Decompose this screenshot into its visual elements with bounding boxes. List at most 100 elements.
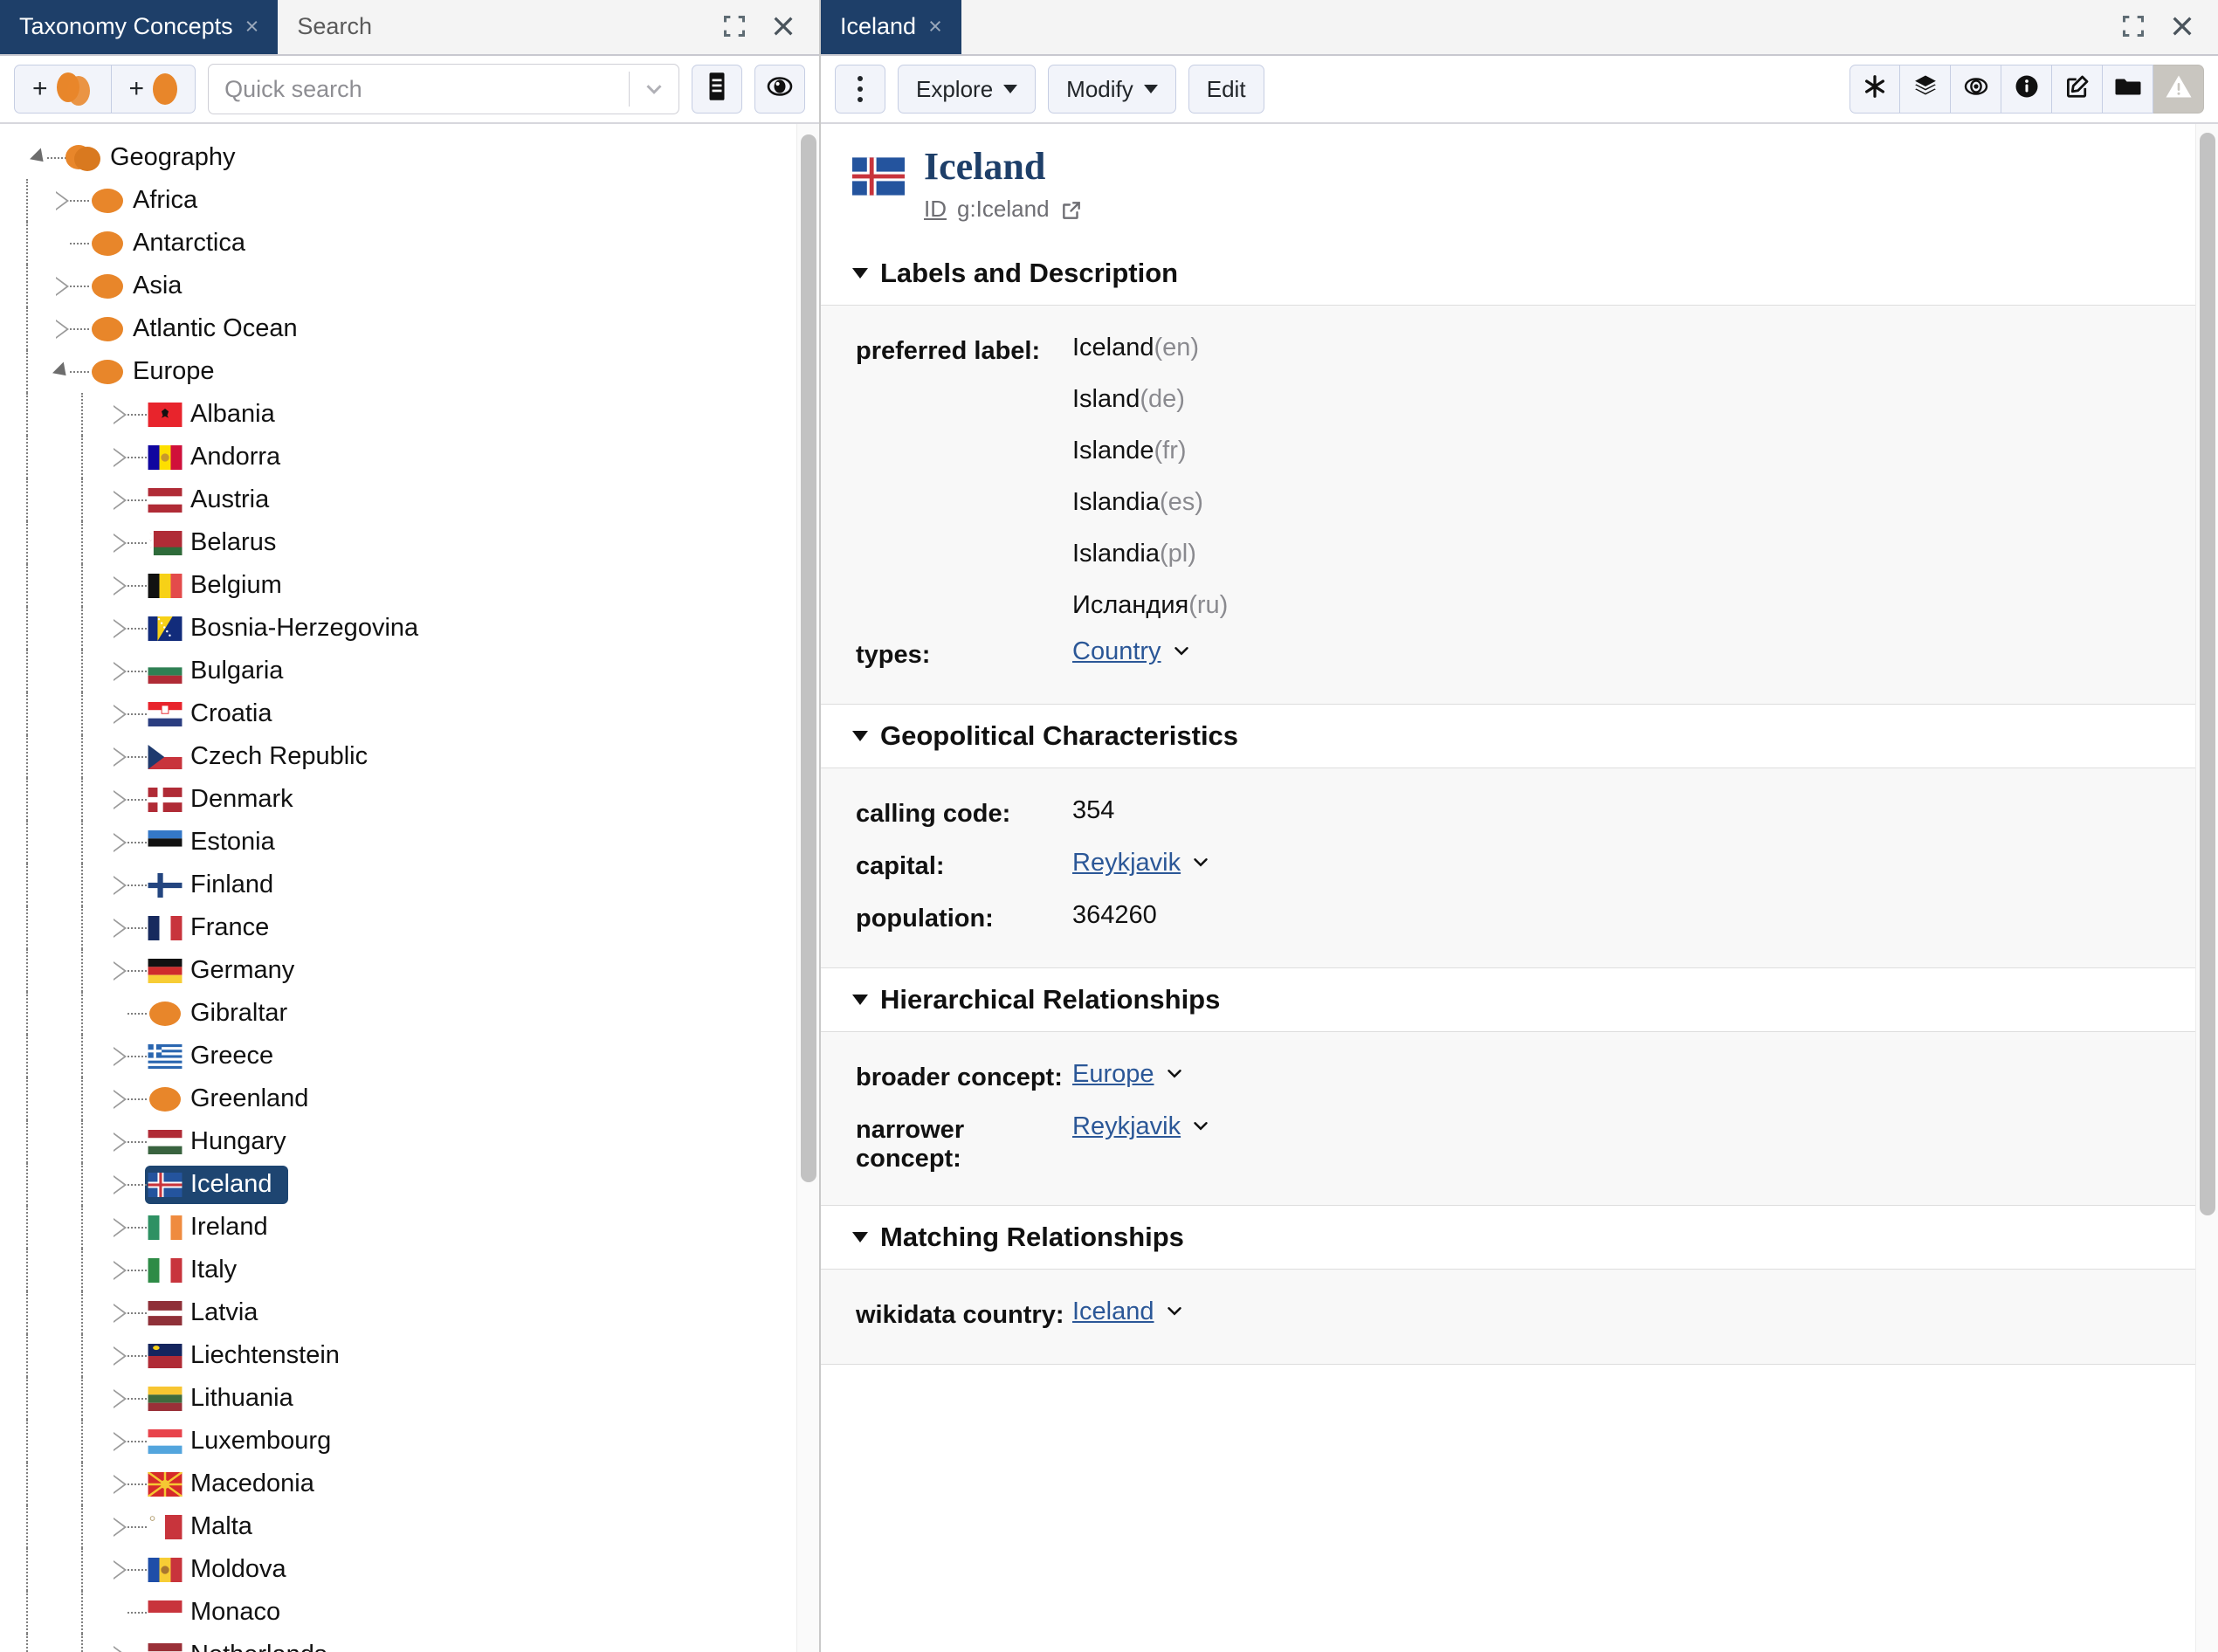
tree-twisty-collapsed[interactable] <box>110 436 147 478</box>
tree-twisty-collapsed[interactable] <box>52 307 89 350</box>
folder-icon-button[interactable] <box>2103 65 2153 114</box>
tree-item-moldova[interactable]: Moldova <box>0 1548 819 1591</box>
tree-twisty-collapsed[interactable] <box>110 478 147 521</box>
close-icon[interactable]: × <box>928 14 942 38</box>
tree-item-italy[interactable]: Italy <box>0 1249 819 1291</box>
tree-twisty-collapsed[interactable] <box>110 1163 147 1206</box>
close-icon[interactable] <box>2169 13 2195 39</box>
tree-item-antarctica[interactable]: Antarctica <box>0 222 819 265</box>
property-link[interactable]: Europe <box>1072 1060 1154 1089</box>
tree-item-latvia[interactable]: Latvia <box>0 1291 819 1334</box>
detail-scrollbar[interactable] <box>2195 124 2218 1652</box>
explore-button[interactable]: Explore <box>898 65 1037 114</box>
tree-twisty-collapsed[interactable] <box>110 1291 147 1334</box>
warning-icon-button[interactable] <box>2153 65 2204 114</box>
eye-icon-button[interactable] <box>754 65 805 114</box>
maximize-icon[interactable] <box>2120 13 2146 39</box>
tree-twisty-collapsed[interactable] <box>110 1077 147 1120</box>
tree-item-austria[interactable]: Austria <box>0 478 819 521</box>
search-input[interactable] <box>209 75 629 103</box>
tree-item-estonia[interactable]: Estonia <box>0 821 819 864</box>
section-header-labels-and-description[interactable]: Labels and Description <box>821 242 2218 306</box>
tab-taxonomy-concepts[interactable]: Taxonomy Concepts × <box>0 0 279 54</box>
tree-item-luxembourg[interactable]: Luxembourg <box>0 1420 819 1463</box>
chevron-down-icon[interactable] <box>1189 1112 1212 1141</box>
tree-twisty-collapsed[interactable] <box>110 1120 147 1163</box>
tree-item-liechtenstein[interactable]: Liechtenstein <box>0 1334 819 1377</box>
tree-item-atlantic-ocean[interactable]: Atlantic Ocean <box>0 307 819 350</box>
tree-twisty-collapsed[interactable] <box>110 1505 147 1548</box>
tree-item-finland[interactable]: Finland <box>0 864 819 906</box>
tree-twisty-expanded[interactable] <box>52 350 89 393</box>
chevron-down-icon[interactable] <box>1189 849 1212 878</box>
chevron-down-icon[interactable] <box>630 76 678 102</box>
tree-twisty-collapsed[interactable] <box>110 1035 147 1077</box>
tree-item-netherlands[interactable]: Netherlands <box>0 1634 819 1652</box>
tree-item-bosnia-herzegovina[interactable]: Bosnia-Herzegovina <box>0 607 819 650</box>
tree-twisty-collapsed[interactable] <box>110 607 147 650</box>
section-header-geopolitical-characteristics[interactable]: Geopolitical Characteristics <box>821 705 2218 768</box>
tree-item-macedonia[interactable]: Macedonia <box>0 1463 819 1505</box>
tree-twisty-collapsed[interactable] <box>52 179 89 222</box>
tree-twisty-collapsed[interactable] <box>110 821 147 864</box>
edit-button[interactable]: Edit <box>1188 65 1264 114</box>
section-header-matching-relationships[interactable]: Matching Relationships <box>821 1206 2218 1270</box>
tree-item-denmark[interactable]: Denmark <box>0 778 819 821</box>
tree-twisty-collapsed[interactable] <box>110 650 147 692</box>
tree-twisty-collapsed[interactable] <box>110 906 147 949</box>
property-link[interactable]: Country <box>1072 637 1161 666</box>
close-icon[interactable]: × <box>245 14 259 38</box>
tree-item-europe[interactable]: Europe <box>0 350 819 393</box>
layers-icon-button[interactable] <box>1900 65 1951 114</box>
tree-twisty-collapsed[interactable] <box>52 265 89 307</box>
chevron-down-icon[interactable] <box>1163 1060 1186 1089</box>
tree-item-ireland[interactable]: Ireland <box>0 1206 819 1249</box>
tree-twisty-collapsed[interactable] <box>110 1249 147 1291</box>
tree-twisty-collapsed[interactable] <box>110 1377 147 1420</box>
modify-button[interactable]: Modify <box>1048 65 1176 114</box>
tree-twisty-collapsed[interactable] <box>110 778 147 821</box>
tree-scrollbar[interactable] <box>796 124 819 1652</box>
property-link[interactable]: Reykjavik <box>1072 849 1181 878</box>
tab-search[interactable]: Search <box>278 0 391 54</box>
tree-item-greenland[interactable]: Greenland <box>0 1077 819 1120</box>
tree-scrollbar-thumb[interactable] <box>801 134 816 1182</box>
external-link-icon[interactable] <box>1060 199 1081 220</box>
tree-item-croatia[interactable]: Croatia <box>0 692 819 735</box>
more-options-button[interactable] <box>835 65 885 114</box>
tree-twisty-collapsed[interactable] <box>110 1634 145 1652</box>
property-link[interactable]: Iceland <box>1072 1298 1154 1326</box>
tree-item-germany[interactable]: Germany <box>0 949 819 992</box>
tree-twisty-expanded[interactable] <box>30 136 66 179</box>
tree-twisty-collapsed[interactable] <box>110 393 147 436</box>
tree-item-iceland[interactable]: Iceland <box>0 1163 819 1206</box>
section-header-hierarchical-relationships[interactable]: Hierarchical Relationships <box>821 968 2218 1032</box>
chevron-down-icon[interactable] <box>1170 637 1193 666</box>
tree-twisty-collapsed[interactable] <box>110 1548 147 1591</box>
tree-twisty-collapsed[interactable] <box>110 735 147 778</box>
tree-item-bulgaria[interactable]: Bulgaria <box>0 650 819 692</box>
tree-item-malta[interactable]: Malta <box>0 1505 819 1548</box>
tree-twisty-collapsed[interactable] <box>110 949 147 992</box>
tree-item-greece[interactable]: Greece <box>0 1035 819 1077</box>
info-icon-button[interactable] <box>2001 65 2052 114</box>
tree-item-africa[interactable]: Africa <box>0 179 819 222</box>
asterisk-icon-button[interactable] <box>1849 65 1900 114</box>
tree-item-geography[interactable]: Geography <box>0 136 819 179</box>
property-link[interactable]: Reykjavik <box>1072 1112 1181 1141</box>
tree-twisty-collapsed[interactable] <box>110 521 147 564</box>
maximize-icon[interactable] <box>721 13 747 39</box>
chevron-down-icon[interactable] <box>1163 1298 1186 1326</box>
tree-item-belarus[interactable]: Belarus <box>0 521 819 564</box>
tree-item-belgium[interactable]: Belgium <box>0 564 819 607</box>
book-icon-button[interactable] <box>692 65 742 114</box>
quick-search-box[interactable] <box>208 64 679 114</box>
add-concept-button[interactable]: + <box>111 65 196 114</box>
tree-item-andorra[interactable]: Andorra <box>0 436 819 478</box>
tree-twisty-collapsed[interactable] <box>110 864 147 906</box>
tree-item-monaco[interactable]: Monaco <box>0 1591 819 1634</box>
tree-item-czech-republic[interactable]: Czech Republic <box>0 735 819 778</box>
close-icon[interactable] <box>770 13 796 39</box>
tree-item-lithuania[interactable]: Lithuania <box>0 1377 819 1420</box>
detail-scrollbar-thumb[interactable] <box>2200 133 2215 1215</box>
